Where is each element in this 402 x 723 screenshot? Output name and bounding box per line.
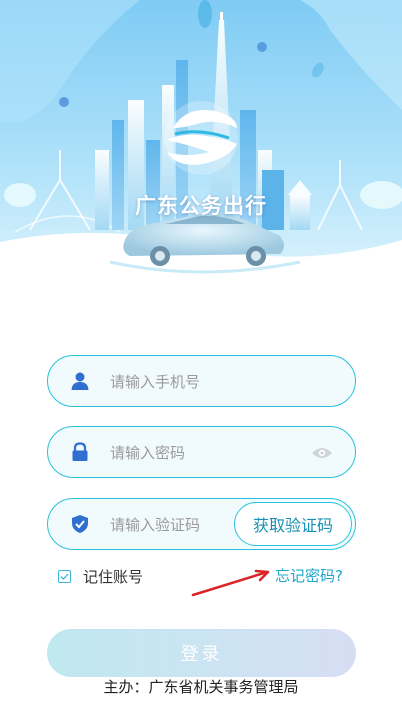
password-input[interactable]	[108, 427, 292, 479]
verification-code-field[interactable]: 获取验证码	[47, 498, 356, 551]
app-title: 广东公务出行	[135, 194, 267, 218]
password-field[interactable]	[47, 426, 356, 479]
phone-field[interactable]	[47, 355, 356, 408]
shield-check-icon	[70, 514, 90, 534]
phone-input[interactable]	[108, 356, 292, 408]
lock-icon	[70, 442, 90, 462]
app-logo	[164, 101, 238, 175]
get-verification-code-button[interactable]: 获取验证码	[234, 502, 352, 546]
checkbox-icon[interactable]	[58, 569, 71, 583]
organizer-footer: 主办：广东省机关事务管理局	[103, 678, 299, 696]
user-icon	[70, 371, 90, 391]
remember-account-checkbox[interactable]: 记住账号	[58, 566, 143, 586]
red-arrow-annotation	[191, 569, 270, 597]
header-banner: 广东公务出行	[0, 0, 402, 300]
remember-account-label: 记住账号	[83, 567, 144, 586]
forgot-password-link[interactable]: 忘记密码?	[275, 565, 343, 586]
login-button[interactable]: 登录	[47, 629, 356, 677]
eye-icon[interactable]	[311, 445, 333, 459]
